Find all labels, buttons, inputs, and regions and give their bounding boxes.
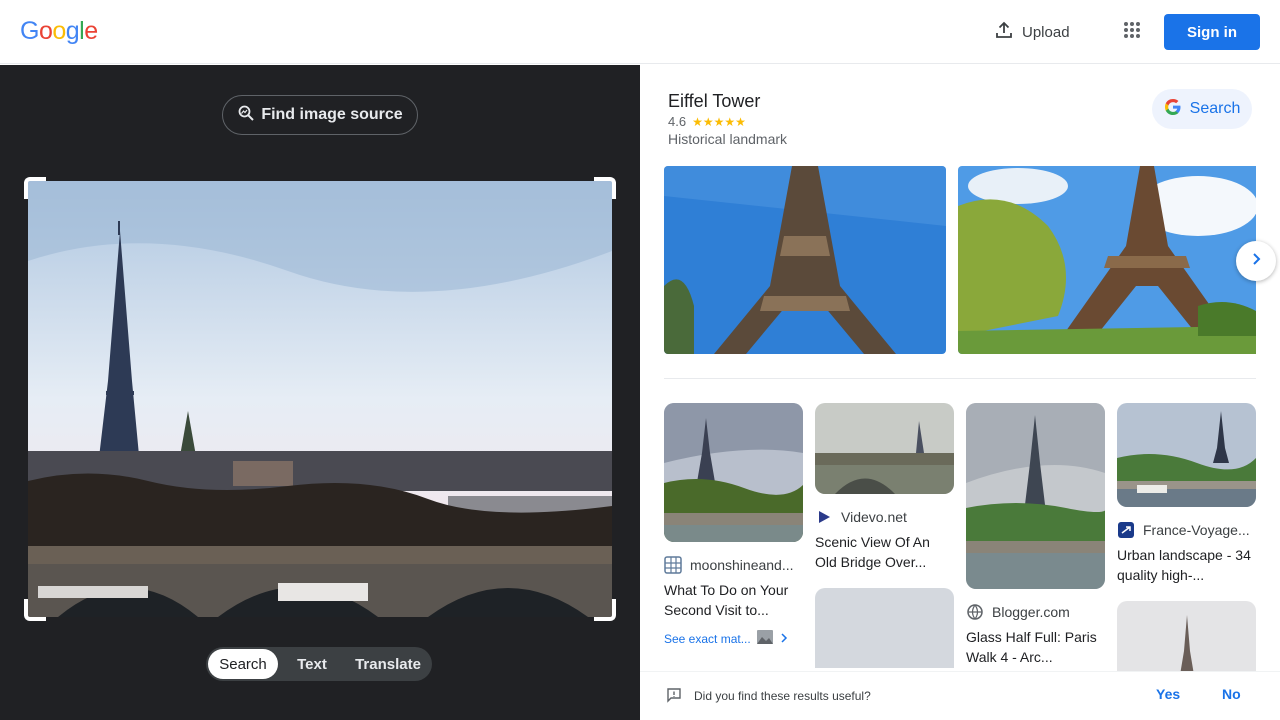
google-apps-button[interactable] xyxy=(1114,14,1150,50)
see-exact-matches-link[interactable]: See exact mat... xyxy=(664,630,803,647)
section-divider xyxy=(664,378,1256,379)
crop-handle-bottom-left[interactable] xyxy=(24,599,46,621)
google-logo[interactable]: Google xyxy=(20,17,98,46)
find-image-source-label: Find image source xyxy=(261,106,403,123)
feedback-bar: Did you find these results useful? Yes N… xyxy=(640,671,1280,720)
result-thumbnail[interactable] xyxy=(966,403,1105,589)
entity-rating: 4.6 ★★★★★ xyxy=(668,114,746,129)
result-card[interactable]: Blogger.com Glass Half Full: Paris Walk … xyxy=(966,403,1105,667)
upload-button[interactable]: Upload xyxy=(984,14,1080,50)
result-source-name: moonshineand... xyxy=(690,557,794,573)
plane-favicon-icon xyxy=(1117,521,1135,539)
see-exact-label: See exact mat... xyxy=(664,631,751,646)
find-image-source-button[interactable]: Find image source xyxy=(222,95,418,135)
upload-icon xyxy=(994,20,1014,44)
result-source-name: France-Voyage... xyxy=(1143,522,1250,538)
results-panel: Eiffel Tower 4.6 ★★★★★ Historical landma… xyxy=(640,65,1280,720)
result-source[interactable]: Videvo.net xyxy=(815,508,954,526)
result-card[interactable]: moonshineand... What To Do on Your Secon… xyxy=(664,403,803,647)
result-thumbnail[interactable] xyxy=(664,403,803,542)
globe-favicon-icon xyxy=(966,603,984,621)
upload-label: Upload xyxy=(1022,23,1070,41)
result-title[interactable]: Scenic View Of An Old Bridge Over... xyxy=(815,532,954,572)
query-photo xyxy=(28,181,612,617)
result-source[interactable]: France-Voyage... xyxy=(1117,521,1256,539)
entity-image-2[interactable] xyxy=(958,166,1256,354)
crop-handle-bottom-right[interactable] xyxy=(594,599,616,621)
result-source-name: Videvo.net xyxy=(841,509,907,525)
entity-search-label: Search xyxy=(1189,100,1241,117)
mode-translate-tab[interactable]: Translate xyxy=(346,649,430,679)
feedback-no-button[interactable]: No xyxy=(1222,686,1241,702)
feedback-icon xyxy=(666,687,682,708)
crop-selection[interactable] xyxy=(24,177,616,621)
google-g-icon xyxy=(1164,98,1182,121)
entity-image-1[interactable] xyxy=(664,166,946,354)
result-source[interactable]: moonshineand... xyxy=(664,556,803,574)
chevron-right-icon xyxy=(1249,252,1263,271)
query-image-panel: Find image source Search Text Translate xyxy=(0,65,640,720)
top-bar: Google Upload Sign in xyxy=(0,0,1280,64)
feedback-yes-button[interactable]: Yes xyxy=(1156,686,1180,702)
carousel-next-button[interactable] xyxy=(1236,241,1276,281)
rating-stars-icon: ★★★★★ xyxy=(692,114,746,129)
result-thumbnail[interactable] xyxy=(815,588,954,668)
grid-favicon-icon xyxy=(664,556,682,574)
result-title[interactable]: Urban landscape - 34 quality high-... xyxy=(1117,545,1256,585)
result-thumbnail[interactable] xyxy=(1117,601,1256,681)
apps-grid-icon xyxy=(1123,21,1141,44)
chevron-right-icon xyxy=(779,632,789,646)
entity-title[interactable]: Eiffel Tower xyxy=(668,91,760,112)
mode-text-tab[interactable]: Text xyxy=(278,649,346,679)
play-favicon-icon xyxy=(815,508,833,526)
result-title[interactable]: Glass Half Full: Paris Walk 4 - Arc... xyxy=(966,627,1105,667)
image-search-icon xyxy=(237,104,255,127)
result-source-name: Blogger.com xyxy=(992,604,1070,620)
result-thumbnail[interactable] xyxy=(1117,403,1256,507)
crop-handle-top-left[interactable] xyxy=(24,177,46,199)
entity-search-button[interactable]: Search xyxy=(1152,89,1252,129)
entity-subtitle: Historical landmark xyxy=(668,131,788,147)
result-card[interactable]: Videvo.net Scenic View Of An Old Bridge … xyxy=(815,403,954,668)
feedback-question: Did you find these results useful? xyxy=(694,689,871,703)
crop-handle-top-right[interactable] xyxy=(594,177,616,199)
rating-value: 4.6 xyxy=(668,114,687,129)
result-source[interactable]: Blogger.com xyxy=(966,603,1105,621)
result-thumbnail[interactable] xyxy=(815,403,954,494)
image-thumbnail-icon xyxy=(756,630,773,647)
result-title[interactable]: What To Do on Your Second Visit to... xyxy=(664,580,803,620)
mode-selector: Search Text Translate xyxy=(206,647,432,681)
result-card[interactable]: France-Voyage... Urban landscape - 34 qu… xyxy=(1117,403,1256,681)
sign-in-button[interactable]: Sign in xyxy=(1164,14,1260,50)
mode-search-tab[interactable]: Search xyxy=(208,649,278,679)
